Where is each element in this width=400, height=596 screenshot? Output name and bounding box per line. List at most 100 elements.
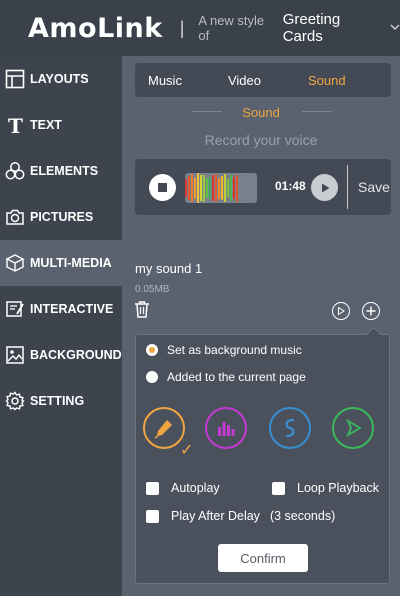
microphone-source-button[interactable] xyxy=(143,407,185,449)
radio-selected-dot xyxy=(149,347,155,353)
image-icon xyxy=(4,344,26,366)
sidebar-item-label: ELEMENTS xyxy=(30,164,99,178)
svg-text:T: T xyxy=(8,115,23,135)
play-button[interactable] xyxy=(311,174,338,201)
play-source-button[interactable] xyxy=(332,407,374,449)
confirm-button[interactable]: Confirm xyxy=(218,544,308,572)
sidebar-item-label: MULTI-MEDIA xyxy=(30,256,112,270)
sidebar-item-background[interactable]: BACKGROUND xyxy=(0,332,122,378)
record-label: Record your voice xyxy=(204,132,318,148)
radio-button[interactable] xyxy=(146,344,158,356)
waveform xyxy=(185,173,257,203)
tab-video[interactable]: Video xyxy=(228,73,261,88)
divider xyxy=(347,165,348,209)
top-bar: AmoLink | A new style of Greeting Cards xyxy=(0,0,400,56)
radio-label: Set as background music xyxy=(167,343,302,357)
waveform-bar xyxy=(236,174,238,202)
play-arrow-icon xyxy=(346,418,362,438)
waveform-bar xyxy=(218,177,220,199)
sound-file-name: my sound 1 xyxy=(135,261,203,276)
check-icon: ✓ xyxy=(180,442,194,459)
delay-option[interactable]: Play After Delay (3 seconds) xyxy=(146,509,335,523)
swirl-icon xyxy=(285,418,295,438)
play-preview-button[interactable] xyxy=(332,302,350,320)
delay-checkbox[interactable] xyxy=(146,509,159,523)
waveform-bar xyxy=(230,175,232,201)
chevron-down-icon[interactable] xyxy=(390,22,400,34)
waveform-bar xyxy=(200,175,202,201)
sidebar-item-label: INTERACTIVE xyxy=(30,302,114,316)
box-icon xyxy=(4,252,26,274)
main-panel: Music Video Sound Sound Record your voic… xyxy=(122,56,400,596)
loop-option[interactable]: Loop Playback xyxy=(272,481,379,495)
delay-value: (3 seconds) xyxy=(269,509,336,523)
autoplay-option[interactable]: Autoplay xyxy=(146,481,220,495)
add-sound-button[interactable] xyxy=(362,302,380,320)
sidebar-item-elements[interactable]: ELEMENTS xyxy=(0,148,122,194)
sidebar-item-layouts[interactable]: LAYOUTS xyxy=(0,56,122,102)
section-title: Sound xyxy=(242,105,280,120)
waveform-bar xyxy=(224,173,226,203)
sidebar-item-setting[interactable]: SETTING xyxy=(0,378,122,424)
play-icon xyxy=(321,183,329,192)
brand-logo: AmoLink xyxy=(28,12,163,44)
elapsed-time: 01:48 xyxy=(275,179,306,193)
divider xyxy=(302,111,332,112)
radio-background-music[interactable]: Set as background music xyxy=(146,343,302,357)
radio-label: Added to the current page xyxy=(167,370,306,384)
swirl-source-button[interactable] xyxy=(269,407,311,449)
tab-sound[interactable]: Sound xyxy=(308,73,346,88)
waveform-bar xyxy=(227,179,229,197)
sidebar-item-label: SETTING xyxy=(30,394,85,408)
microphone-icon xyxy=(154,420,172,439)
equalizer-source-button[interactable] xyxy=(205,407,247,449)
loop-label: Loop Playback xyxy=(297,481,380,495)
waveform-bar xyxy=(191,173,193,203)
trash-icon[interactable] xyxy=(134,300,150,318)
waveform-bar xyxy=(188,176,190,200)
gear-icon xyxy=(4,390,26,412)
waveform-bar xyxy=(206,178,208,198)
elements-icon xyxy=(4,160,26,182)
radio-button[interactable] xyxy=(146,371,158,383)
waveform-bar xyxy=(221,176,223,200)
sidebar-item-label: LAYOUTS xyxy=(30,72,89,86)
waveform-bar xyxy=(197,173,199,203)
tab-music[interactable]: Music xyxy=(148,73,182,88)
sound-options-panel: Set as background music Added to the cur… xyxy=(135,326,390,584)
sidebar-item-multi-media[interactable]: MULTI-MEDIA xyxy=(0,240,122,286)
plus-icon xyxy=(366,306,376,316)
category-selector[interactable]: Greeting Cards xyxy=(283,11,382,45)
sidebar-item-text[interactable]: T TEXT xyxy=(0,102,122,148)
voice-recorder: 01:48 Save xyxy=(135,159,391,215)
waveform-bar xyxy=(194,177,196,199)
stop-icon xyxy=(158,183,167,192)
sidebar-item-label: PICTURES xyxy=(30,210,94,224)
autoplay-checkbox[interactable] xyxy=(146,481,159,495)
loop-checkbox[interactable] xyxy=(272,481,285,495)
sidebar-item-pictures[interactable]: PICTURES xyxy=(0,194,122,240)
play-icon xyxy=(338,307,345,315)
sound-file-size: 0.05MB xyxy=(135,284,170,295)
waveform-bar xyxy=(233,176,235,200)
waveform-bar xyxy=(203,174,205,202)
autoplay-label: Autoplay xyxy=(171,481,220,495)
sidebar-item-interactive[interactable]: INTERACTIVE xyxy=(0,286,122,332)
sidebar: LAYOUTS T TEXT ELEMENTS PICTURES MULTI-M… xyxy=(0,56,122,596)
sidebar-item-label: TEXT xyxy=(30,118,62,132)
waveform-bar xyxy=(209,176,211,200)
radio-current-page[interactable]: Added to the current page xyxy=(146,370,306,384)
text-icon: T xyxy=(4,114,26,136)
save-button[interactable]: Save xyxy=(358,179,390,195)
sidebar-item-label: BACKGROUND xyxy=(30,348,122,362)
camera-icon xyxy=(4,206,26,228)
waveform-bar xyxy=(215,174,217,202)
panel-caret xyxy=(366,326,382,342)
tagline: A new style of xyxy=(198,13,265,43)
waveform-bar xyxy=(185,179,187,197)
media-tabs: Music Video Sound xyxy=(135,63,391,97)
stop-button[interactable] xyxy=(149,174,176,201)
layout-icon xyxy=(4,68,26,90)
header-separator: | xyxy=(179,17,185,38)
edit-icon xyxy=(4,298,26,320)
